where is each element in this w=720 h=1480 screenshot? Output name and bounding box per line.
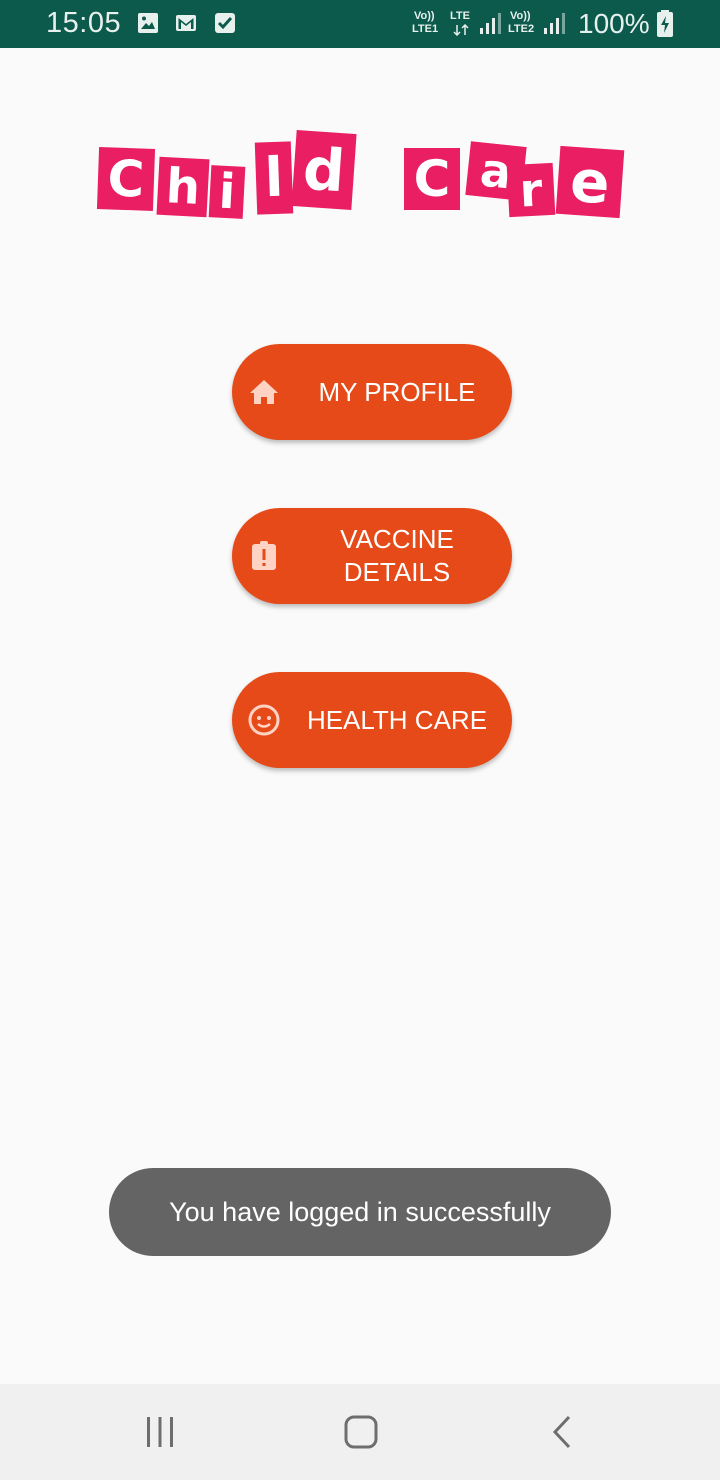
data-arrows-icon xyxy=(453,24,469,36)
checkbox-icon xyxy=(215,13,235,33)
net2-bottom: LTE2 xyxy=(508,23,535,35)
vaccine-details-label: VACCINE DETAILS xyxy=(340,524,454,587)
home-icon[interactable] xyxy=(336,1410,386,1454)
status-bar: 15:05 Vo)) LTE1 LTE Vo)) LTE2 100% xyxy=(0,0,720,48)
battery-percent: 100% xyxy=(578,8,650,39)
net1-top: Vo)) xyxy=(414,10,435,22)
logo-letter: r xyxy=(506,162,556,218)
recents-icon[interactable] xyxy=(135,1410,185,1454)
back-icon[interactable] xyxy=(538,1410,588,1454)
my-profile-label: MY PROFILE xyxy=(318,376,476,407)
navigation-bar xyxy=(0,1384,720,1480)
net2-top: Vo)) xyxy=(510,10,531,22)
app-logo: C h i l d C a r e xyxy=(90,128,630,228)
home-icon xyxy=(250,380,278,404)
status-time: 15:05 xyxy=(46,7,122,39)
my-profile-button[interactable]: MY PROFILE xyxy=(232,344,512,440)
clipboard-alert-icon xyxy=(252,541,276,570)
vaccine-details-button[interactable]: VACCINE DETAILS xyxy=(232,508,512,604)
image-icon xyxy=(138,13,158,33)
toast-message: You have logged in successfully xyxy=(109,1168,611,1256)
signal-icon xyxy=(480,13,501,34)
logo-letter: C xyxy=(404,148,460,210)
baby-face-icon xyxy=(248,704,280,736)
logo-letter: e xyxy=(555,145,625,219)
logo-letter: l xyxy=(254,141,294,215)
battery-charging-icon xyxy=(657,10,673,37)
logo-letter: h xyxy=(156,156,210,218)
health-care-label: HEALTH CARE xyxy=(306,704,488,735)
gmail-icon xyxy=(176,15,196,31)
net1-bottom: LTE1 xyxy=(412,23,439,35)
health-care-button[interactable]: HEALTH CARE xyxy=(232,672,512,768)
net-lte: LTE xyxy=(450,10,470,22)
logo-letter: i xyxy=(208,164,246,220)
logo-letter: d xyxy=(291,129,357,211)
signal-icon xyxy=(544,13,565,34)
logo-letter: C xyxy=(96,147,156,211)
